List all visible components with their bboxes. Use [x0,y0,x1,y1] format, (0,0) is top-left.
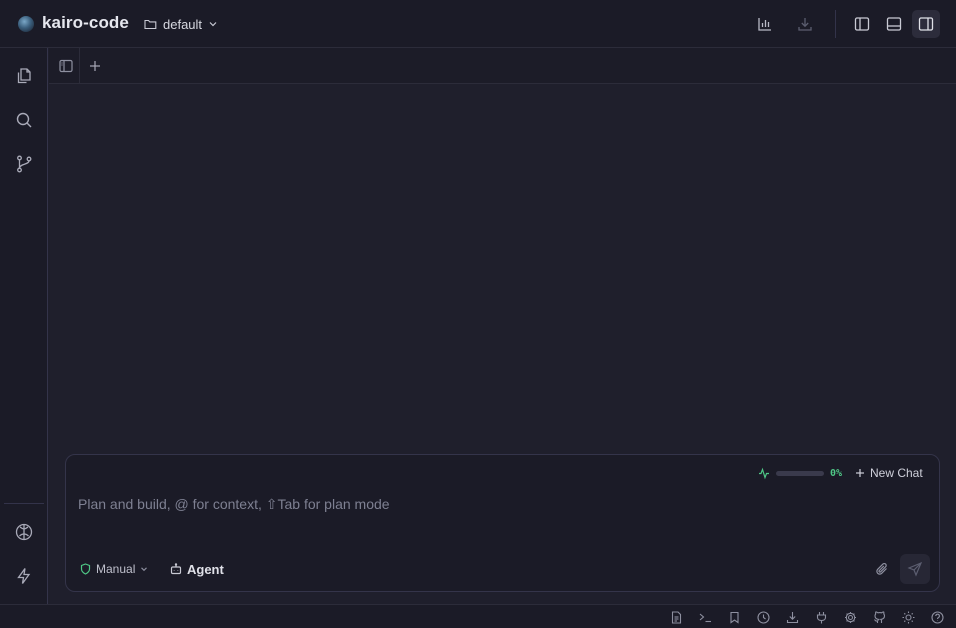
chevron-down-icon [141,567,148,572]
help-button[interactable] [929,609,945,625]
folder-icon [144,19,157,30]
sun-icon [902,611,914,623]
files-icon [17,68,31,84]
context-usage: 0% [758,465,842,481]
layout-left-panel-icon [854,17,870,31]
context-usage-bar [776,470,824,476]
chevron-down-icon [209,22,217,27]
shield-icon [80,563,91,575]
theme-button[interactable] [900,609,916,625]
stats-button[interactable] [751,10,779,38]
terminal-button[interactable] [697,609,713,625]
document-icon [671,610,681,624]
bookmarks-button[interactable] [726,609,742,625]
titlebar-divider [835,10,836,38]
search-button[interactable] [12,108,36,132]
attach-button[interactable] [872,559,892,579]
github-icon [873,610,885,623]
status-bar [0,604,956,628]
help-icon [930,610,944,624]
workspace-name: default [163,16,203,32]
layout-bottom-panel-icon [886,17,902,31]
search-icon [16,112,32,128]
plug-icon [816,611,826,623]
actions-button[interactable] [12,564,36,588]
agent-selector[interactable]: Agent [170,561,224,577]
layout-right-panel-icon [918,17,934,31]
brain-icon [15,523,33,541]
robot-icon [170,563,182,575]
new-tab-button[interactable] [83,54,107,78]
lightning-icon [17,568,31,584]
context-usage-percent: 0% [830,467,843,479]
chat-input[interactable] [78,493,928,515]
plus-icon [856,469,864,477]
toggle-bottom-panel-button[interactable] [880,10,908,38]
terminal-icon [699,613,711,622]
plugins-button[interactable] [813,609,829,625]
mode-selector[interactable]: Manual [80,561,148,577]
settings-icon [844,611,856,623]
download-icon [798,18,812,31]
bookmark-icon [729,611,739,624]
notes-button[interactable] [668,609,684,625]
source-control-icon [17,155,32,173]
activity-bar [0,48,48,604]
new-chat-label: New Chat [870,466,923,480]
toggle-left-panel-button[interactable] [848,10,876,38]
downloads-button[interactable] [784,609,800,625]
toggle-sidebar-button[interactable] [54,54,78,78]
activity-icon [759,467,769,480]
paperclip-icon [876,563,887,575]
workspace-selector[interactable]: default [144,15,218,33]
app-name: kairo-code [42,13,129,32]
settings-button[interactable] [842,609,858,625]
explorer-button[interactable] [12,64,36,88]
plus-icon [90,61,100,71]
source-control-button[interactable] [12,152,36,176]
bar-chart-icon [758,18,771,31]
github-button[interactable] [871,609,887,625]
toggle-right-panel-button[interactable] [912,10,940,38]
history-icon [756,610,770,624]
tab-strip [49,48,956,84]
download-button[interactable] [791,10,819,38]
app-logo-icon [18,16,34,32]
title-bar: kairo-code default [0,0,956,48]
send-icon [907,561,923,577]
chat-composer: 0% New Chat Manual Agent [65,454,940,592]
new-chat-button[interactable]: New Chat [855,465,923,481]
send-button[interactable] [900,554,930,584]
download-icon [786,611,798,623]
sidebar-icon [59,59,73,73]
activity-bar-divider [4,503,44,504]
memory-button[interactable] [12,520,36,544]
mode-label: Manual [96,562,136,576]
tab-divider [79,48,80,84]
agent-label: Agent [187,561,224,577]
history-button[interactable] [755,609,771,625]
